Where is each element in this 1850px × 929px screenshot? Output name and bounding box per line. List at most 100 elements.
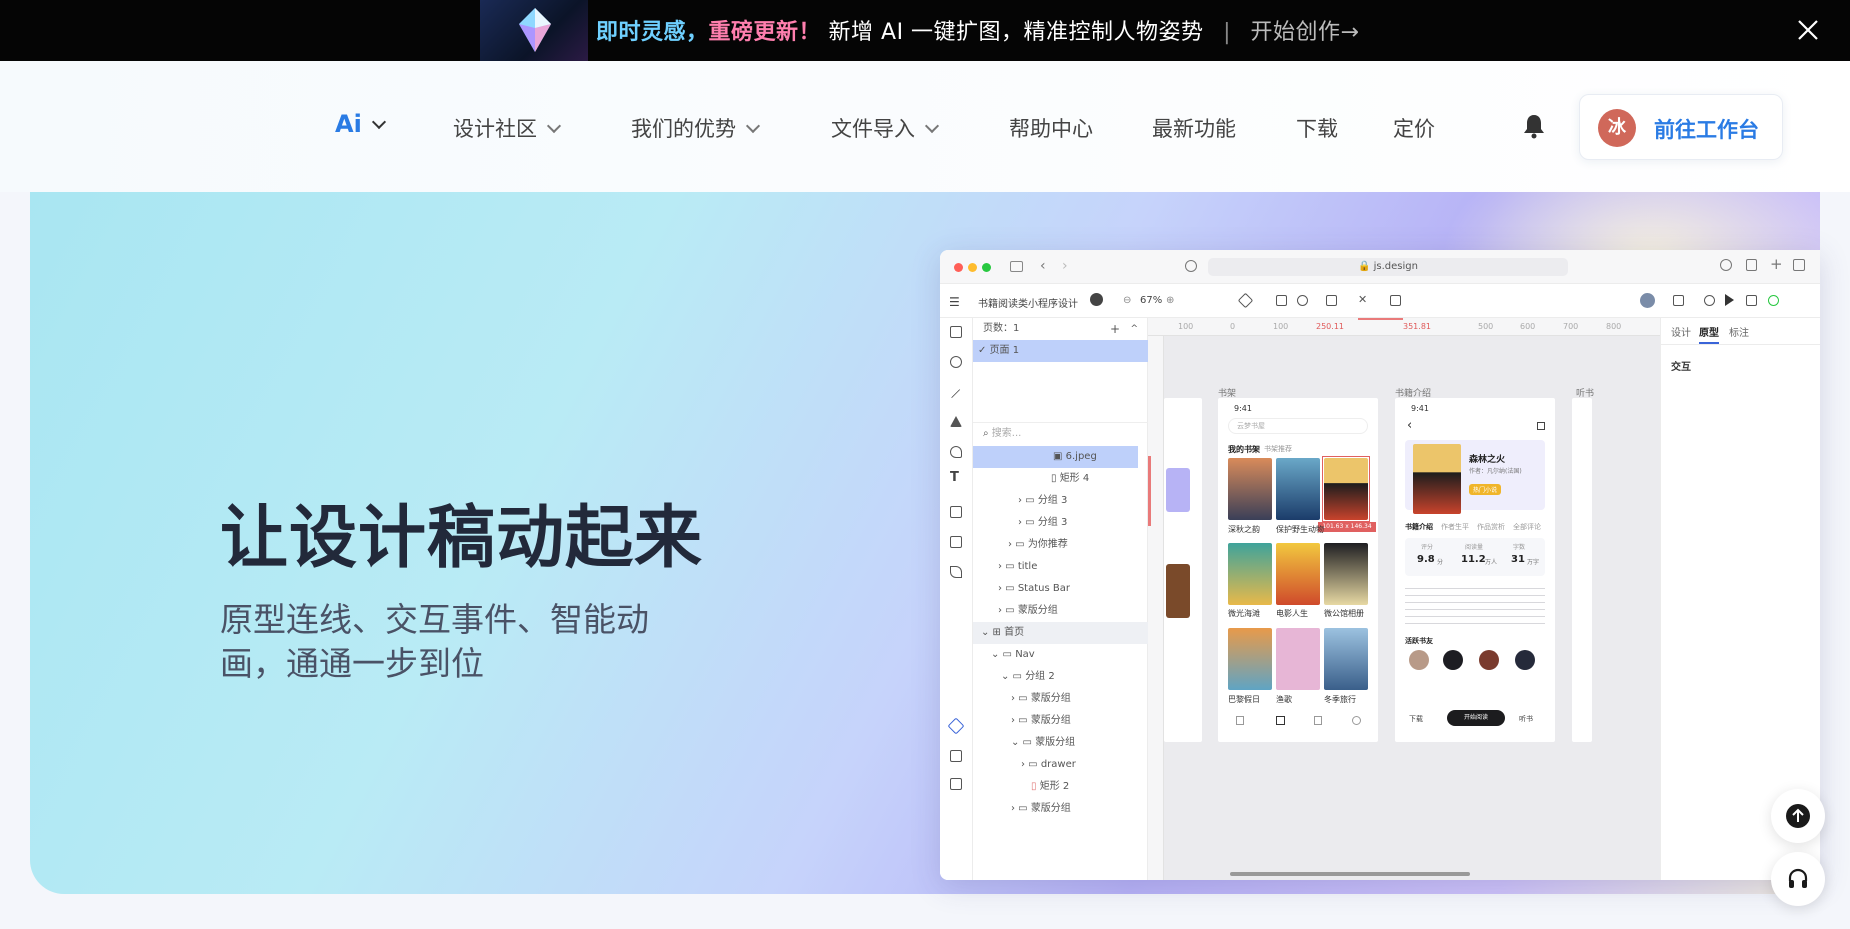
book-title: 冬季旅行	[1324, 695, 1356, 704]
search-input[interactable]: 搜索...	[992, 428, 1022, 439]
layout-icon	[1390, 295, 1401, 306]
layer-label: Nav	[1015, 649, 1035, 660]
layer-label: 为你推荐	[1027, 539, 1068, 550]
nav-item-advantages[interactable]: 我们的优势	[631, 113, 761, 143]
layer-row[interactable]: ⌄ ⊞ 首页	[973, 622, 1148, 644]
app-screenshot: ‹ › 🔒 js.design + ☰ 书籍阅读类小程序设计 ⊖ 67% ⊕ ✕	[940, 250, 1820, 880]
layer-row[interactable]: › ▭ 分组 3	[973, 490, 1148, 512]
promo-banner[interactable]: 即时灵感，重磅更新！ 新增 AI 一键扩图，精准控制人物姿势 | 开始创作→	[0, 0, 1850, 61]
shelf-tab-active[interactable]: 我的书架	[1228, 444, 1260, 455]
layers-icon[interactable]	[947, 717, 965, 735]
frame-tool-icon[interactable]	[950, 536, 962, 548]
text-tool-icon[interactable]: T	[950, 470, 959, 485]
status-icon	[1768, 295, 1779, 306]
panel-tab-annotate[interactable]: 标注	[1729, 324, 1749, 339]
frame-partial[interactable]	[1164, 398, 1202, 742]
tab-grid-icon[interactable]	[1276, 716, 1285, 725]
layer-row[interactable]: ▯ 矩形 2	[973, 776, 1148, 798]
bell-icon[interactable]	[1522, 113, 1546, 139]
nav-item-pricing[interactable]: 定价	[1393, 113, 1435, 143]
file-name: 书籍阅读类小程序设计	[978, 299, 1078, 310]
close-icon[interactable]	[1795, 17, 1821, 43]
nav-item-import[interactable]: 文件导入	[831, 113, 940, 143]
detail-tab[interactable]: 作者生平	[1441, 522, 1469, 532]
history-icon[interactable]	[950, 778, 962, 790]
book-cover[interactable]	[1276, 458, 1320, 520]
nav-item-community[interactable]: 设计社区	[453, 113, 562, 143]
line-tool-icon[interactable]	[951, 389, 961, 399]
pages-label: 页数：1	[983, 323, 1020, 334]
zoom-out-icon: ⊖	[1123, 295, 1132, 306]
detail-tab-active[interactable]: 书籍介绍	[1405, 522, 1433, 532]
share-icon[interactable]	[1537, 422, 1545, 430]
design-canvas[interactable]: 100 0 100 250.11 351.81 500 600 700 800 …	[1148, 318, 1660, 880]
book-detail-frame[interactable]: 9:41 ‹ 森林之火 作者：凡尔纳(法国) 热门小说 书籍介绍 作者生平 作品…	[1395, 398, 1555, 742]
layer-row[interactable]: ▣ 6.jpeg	[973, 446, 1138, 468]
layer-row[interactable]: ▯ 矩形 4	[973, 468, 1148, 490]
listen-button[interactable]: 听书	[1519, 714, 1533, 724]
layer-row[interactable]: › ▭ Status Bar	[973, 578, 1148, 600]
book-cover[interactable]	[1228, 628, 1272, 690]
book-cover[interactable]	[1276, 543, 1320, 605]
bookshelf-frame[interactable]: 9:41 云梦书屋 我的书架 书架推荐 101.63 x 146.34 深秋之韵…	[1218, 398, 1378, 742]
detail-tab[interactable]: 作品赏析	[1477, 522, 1505, 532]
search-input[interactable]: 云梦书屋	[1228, 418, 1368, 434]
menu-icon: ☰	[949, 295, 960, 309]
assets-icon[interactable]	[950, 750, 962, 762]
collapse-icon[interactable]: ^	[1130, 318, 1138, 340]
tab-profile-icon[interactable]	[1352, 716, 1361, 725]
nav-item-help[interactable]: 帮助中心	[1009, 113, 1093, 143]
layer-row[interactable]: › ▭ 蒙版分组	[973, 688, 1148, 710]
shelf-tab[interactable]: 书架推荐	[1264, 444, 1292, 454]
nav-item-new-features[interactable]: 最新功能	[1152, 113, 1236, 143]
layer-row[interactable]: › ▭ title	[973, 556, 1148, 578]
brush-tool-icon[interactable]	[950, 566, 962, 578]
ruler-tick-selected: 250.11	[1316, 322, 1344, 331]
support-button[interactable]	[1771, 852, 1825, 906]
nav-item-label: 我们的优势	[631, 117, 736, 141]
layer-row[interactable]: ⌄ ▭ Nav	[973, 644, 1148, 666]
tab-bookmark-icon[interactable]	[1314, 716, 1322, 725]
add-page-icon[interactable]: +	[1110, 318, 1120, 340]
layer-row[interactable]: › ▭ 蒙版分组	[973, 798, 1148, 820]
back-icon: ‹	[1040, 258, 1046, 274]
nav-item-download[interactable]: 下载	[1296, 113, 1338, 143]
book-cover[interactable]	[1324, 543, 1368, 605]
book-cover[interactable]	[1228, 458, 1272, 520]
book-author: 作者：凡尔纳(法国)	[1469, 468, 1522, 475]
layer-row[interactable]: › ▭ 分组 3	[973, 512, 1148, 534]
layer-row[interactable]: › ▭ 为你推荐	[973, 534, 1148, 556]
canvas-scrollbar[interactable]	[1230, 872, 1470, 876]
download-button[interactable]: 下载	[1409, 714, 1423, 724]
book-cover[interactable]	[1228, 543, 1272, 605]
triangle-tool-icon[interactable]	[950, 416, 962, 427]
rectangle-tool-icon[interactable]	[950, 326, 962, 338]
status-time: 9:41	[1234, 404, 1252, 413]
back-icon[interactable]: ‹	[1407, 418, 1412, 433]
tab-home-icon[interactable]	[1236, 716, 1244, 725]
layer-label: 分组 2	[1025, 671, 1055, 682]
layer-row[interactable]: › ▭ 蒙版分组	[973, 600, 1148, 622]
panel-tab-prototype[interactable]: 原型	[1699, 324, 1719, 344]
frame-partial[interactable]	[1572, 398, 1592, 742]
friends-heading: 活跃书友	[1405, 637, 1433, 645]
layer-row[interactable]: ⌄ ▭ 蒙版分组	[973, 732, 1148, 754]
scroll-top-button[interactable]	[1771, 789, 1825, 843]
workbench-button[interactable]: 冰 前往工作台	[1579, 94, 1783, 160]
layer-search[interactable]: ⌕ 搜索...	[973, 422, 1148, 444]
image-tool-icon[interactable]	[950, 506, 962, 518]
book-cover[interactable]	[1276, 628, 1320, 690]
detail-tab[interactable]: 全部评论	[1513, 522, 1541, 532]
banner-cta-link[interactable]: 开始创作→	[1250, 20, 1359, 45]
book-cover[interactable]	[1324, 628, 1368, 690]
layer-row[interactable]: ⌄ ▭ 分组 2	[973, 666, 1148, 688]
layer-row[interactable]: › ▭ 蒙版分组	[973, 710, 1148, 732]
layer-row[interactable]: › ▭ drawer	[973, 754, 1148, 776]
ellipse-tool-icon[interactable]	[950, 356, 962, 368]
pen-tool-icon[interactable]	[950, 446, 962, 458]
nav-ai-menu[interactable]: Ai	[335, 110, 386, 138]
page-item[interactable]: ✓ 页面 1	[973, 340, 1148, 362]
start-reading-button[interactable]: 开始阅读	[1447, 710, 1505, 726]
stats-card: 评分 9.8 分 阅读量 11.2 万人 字数 31 万字	[1405, 538, 1545, 576]
panel-tab-design[interactable]: 设计	[1671, 324, 1691, 339]
